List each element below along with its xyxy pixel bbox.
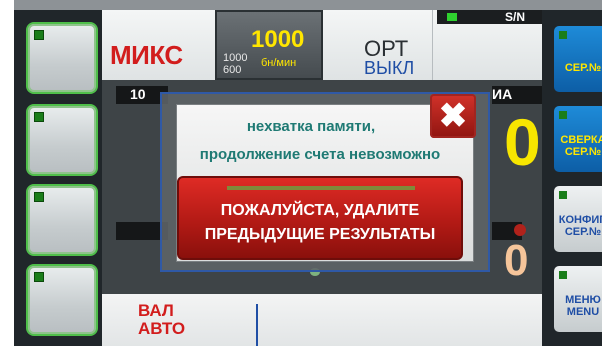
speed-option-high: 1000 xyxy=(223,52,248,64)
serial-config-button[interactable]: КОНФИГ. СЕР.№ xyxy=(554,186,602,252)
left-softkey-4[interactable] xyxy=(28,266,96,334)
left-button-column xyxy=(14,10,102,346)
menu-button-label: МЕНЮ MENU xyxy=(554,294,602,318)
serial-verify-line1: СВЕРКА xyxy=(560,134,602,146)
count-secondary: 0 xyxy=(504,236,529,285)
currency-line2: АВТО xyxy=(138,319,186,338)
serial-verify-line2: СЕР.№ xyxy=(564,146,602,158)
menu-button-line1: МЕНЮ xyxy=(565,294,601,306)
counter-right-label: ИА xyxy=(492,86,542,104)
status-led xyxy=(34,112,44,122)
header-divider xyxy=(432,10,433,80)
alert-dot-icon xyxy=(514,224,526,236)
status-led xyxy=(34,30,44,40)
mode-label[interactable]: МИКС xyxy=(110,40,183,71)
left-softkey-1[interactable] xyxy=(28,24,96,92)
delete-results-button[interactable]: ПОЖАЛУЙСТА, УДАЛИТЕ ПРЕДЫДУЩИЕ РЕЗУЛЬТАТ… xyxy=(177,176,463,260)
bottom-divider xyxy=(256,304,258,346)
close-icon: ✖ xyxy=(438,97,468,135)
serial-config-line1: КОНФИГ. xyxy=(558,214,602,226)
orientation-state: ВЫКЛ xyxy=(364,58,415,78)
error-message-line2: продолжение счета невозможно xyxy=(199,146,441,163)
speed-unit: бн/мин xyxy=(261,57,297,69)
serial-button[interactable]: СЕР.№ xyxy=(554,26,602,92)
currency-mode[interactable]: ВАЛ АВТО xyxy=(138,302,185,338)
left-softkey-3[interactable] xyxy=(28,186,96,254)
speed-option-low: 600 xyxy=(223,64,242,76)
serial-verify-button[interactable]: СВЕРКА СЕР.№ xyxy=(554,106,602,172)
menu-button-line2: MENU xyxy=(566,306,600,318)
status-led xyxy=(559,191,567,199)
currency-line1: ВАЛ xyxy=(138,301,174,320)
error-message-line1: нехватка памяти, xyxy=(246,118,376,135)
menu-button[interactable]: МЕНЮ MENU xyxy=(554,266,602,332)
speed-selector[interactable]: 1000 1000 600 бн/мин xyxy=(215,10,323,80)
serial-config-line2: СЕР.№ xyxy=(564,226,602,238)
status-led xyxy=(559,271,567,279)
status-led xyxy=(559,31,567,39)
button-highlight-line xyxy=(227,186,415,190)
bottom-bar: ВАЛ АВТО xyxy=(102,294,542,346)
serial-config-button-label: КОНФИГ. СЕР.№ xyxy=(554,214,602,238)
serial-button-line1: СЕР.№ xyxy=(564,62,602,74)
status-led xyxy=(34,192,44,202)
serial-indicator: S/N xyxy=(437,10,542,24)
close-button[interactable]: ✖ xyxy=(430,94,476,138)
right-button-column: СЕР.№ СВЕРКА СЕР.№ КОНФИГ. СЕР.№ МЕНЮ ME… xyxy=(542,10,602,346)
count-main: 0 xyxy=(504,105,541,179)
status-led xyxy=(34,272,44,282)
serial-indicator-label: S/N xyxy=(505,10,526,24)
serial-led-icon xyxy=(447,13,457,21)
serial-button-label: СЕР.№ xyxy=(554,62,602,74)
speed-value: 1000 xyxy=(251,26,305,53)
delete-results-line2: ПРЕДЫДУЩИЕ РЕЗУЛЬТАТЫ xyxy=(204,226,436,243)
serial-verify-button-label: СВЕРКА СЕР.№ xyxy=(554,134,602,158)
status-led xyxy=(559,111,567,119)
left-softkey-2[interactable] xyxy=(28,106,96,174)
delete-results-line1: ПОЖАЛУЙСТА, УДАЛИТЕ xyxy=(220,202,420,219)
header-bar: МИКС 1000 1000 600 бн/мин ОРТ ВЫКЛ S/N xyxy=(102,10,542,80)
